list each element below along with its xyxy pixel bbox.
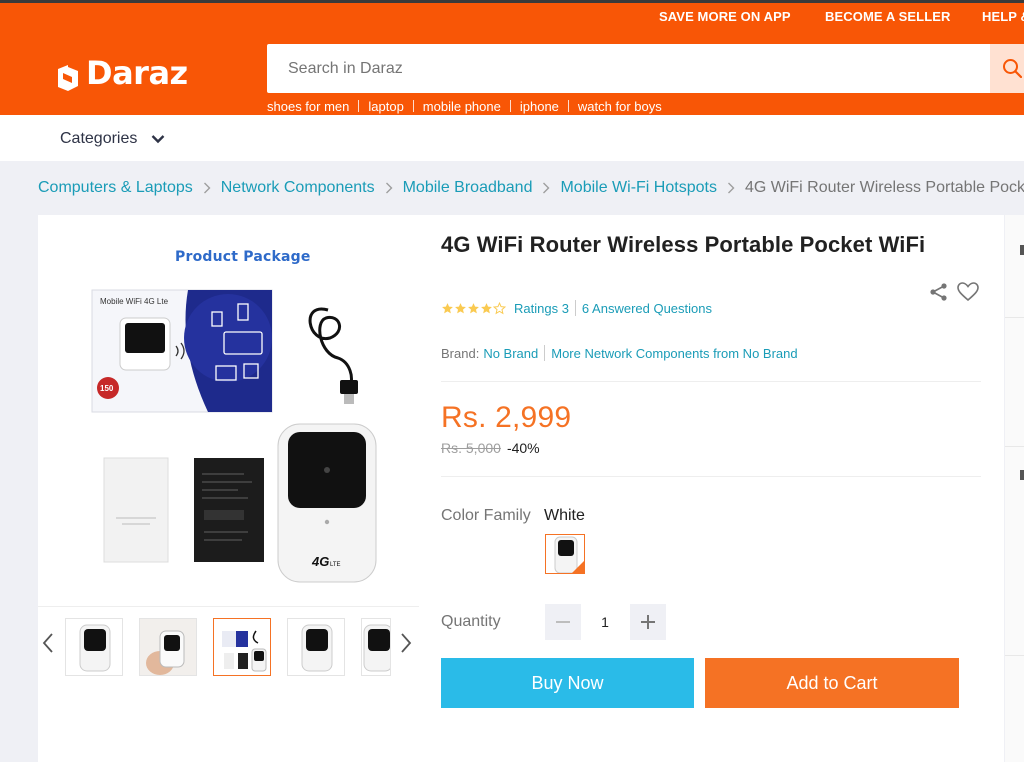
search-button[interactable] [990, 44, 1024, 93]
divider [574, 300, 576, 316]
save-more-on-app-link[interactable]: SAVE MORE ON APP [659, 9, 791, 24]
breadcrumb-current: 4G WiFi Router Wireless Portable Pocket … [744, 179, 1024, 196]
chevron-down-icon [152, 135, 165, 144]
chevron-right-icon [203, 182, 211, 194]
daraz-logo[interactable]: Daraz [56, 51, 188, 95]
divider [544, 345, 546, 361]
color-family-label: Color Family [441, 507, 531, 524]
star-icon [481, 302, 492, 313]
device-label-suffix: LTE [330, 562, 341, 568]
product-price: Rs. 2,999 [441, 401, 572, 434]
product-package-image: Mobile WiFi 4G Lte 150 4G LTE [91, 289, 377, 583]
keyword-divider [358, 100, 360, 112]
keyword-link[interactable]: iphone [520, 99, 559, 114]
site-header: SAVE MORE ON APP BECOME A SELLER HELP & … [0, 3, 1024, 115]
box-label: Mobile WiFi 4G Lte [100, 297, 169, 306]
location-icon [1020, 245, 1024, 255]
product-main-image[interactable]: Product Package Mobile WiFi 4G Lte 150 4… [38, 228, 420, 598]
more-from-brand-link[interactable]: More Network Components from No Brand [551, 346, 797, 361]
thumbnail[interactable] [65, 618, 123, 676]
keyword-divider [509, 100, 511, 112]
breadcrumb-link[interactable]: Network Components [221, 179, 375, 197]
categories-bar: Categories [0, 115, 1024, 161]
star-rating [441, 301, 506, 315]
brand-row: Brand: No Brand More Network Components … [441, 345, 798, 361]
discount-percent: -40% [506, 440, 540, 456]
thumbnail[interactable] [139, 618, 197, 676]
original-price-row: Rs. 5,000 -40% [441, 440, 540, 456]
share-icon[interactable] [929, 282, 949, 307]
divider [441, 476, 981, 477]
thumbnail[interactable] [213, 618, 271, 676]
color-family-value: White [544, 507, 585, 524]
quantity-input[interactable] [581, 604, 629, 640]
brand-label: Brand: [441, 345, 480, 361]
breadcrumb-link[interactable]: Mobile Broadband [403, 179, 533, 197]
chevron-left-icon[interactable] [42, 632, 54, 659]
keyword-link[interactable]: shoes for men [267, 99, 349, 114]
thumbnail[interactable] [361, 618, 391, 676]
quantity-decrease-button[interactable] [545, 604, 581, 640]
keyword-link[interactable]: laptop [368, 99, 403, 114]
device-label: 4G [311, 554, 329, 569]
divider [441, 381, 981, 382]
become-a-seller-link[interactable]: BECOME A SELLER [825, 9, 951, 24]
box-badge: 150 [100, 384, 114, 393]
divider [1005, 317, 1024, 318]
chevron-right-icon[interactable] [400, 632, 412, 659]
gallery-divider [38, 606, 419, 607]
search-input[interactable] [267, 44, 987, 93]
buy-now-button[interactable]: Buy Now [441, 658, 694, 708]
divider [1005, 446, 1024, 447]
categories-menu[interactable]: Categories [60, 130, 165, 148]
search-icon [1003, 59, 1022, 78]
divider [1005, 655, 1024, 656]
thumbnail-strip [38, 612, 418, 682]
chevron-right-icon [542, 182, 550, 194]
star-icon [442, 302, 453, 313]
product-title: 4G WiFi Router Wireless Portable Pocket … [441, 232, 926, 257]
keyword-divider [412, 100, 414, 112]
chevron-right-icon [727, 182, 735, 194]
color-swatch-white[interactable] [545, 534, 585, 574]
daraz-logo-icon [58, 55, 78, 91]
search-keywords: shoes for men laptop mobile phone iphone… [267, 98, 662, 114]
star-icon [455, 302, 466, 313]
keyword-link[interactable]: watch for boys [578, 99, 662, 114]
keyword-divider [567, 100, 569, 112]
top-links: SAVE MORE ON APP BECOME A SELLER HELP & [0, 9, 1024, 25]
ratings-link[interactable]: Ratings 3 [514, 301, 569, 316]
info-icon [1020, 470, 1024, 480]
thumbnail[interactable] [287, 618, 345, 676]
quantity-label: Quantity [441, 613, 501, 630]
add-to-cart-button[interactable]: Add to Cart [705, 658, 959, 708]
original-price: Rs. 5,000 [441, 440, 501, 456]
categories-label: Categories [60, 130, 138, 147]
chevron-right-icon [385, 182, 393, 194]
breadcrumb: Computers & Laptops Network Components M… [38, 178, 1024, 198]
logo-text: Daraz [86, 54, 188, 92]
star-icon [468, 302, 479, 313]
heart-icon[interactable] [957, 282, 979, 307]
answered-questions-link[interactable]: 6 Answered Questions [582, 301, 712, 316]
keyword-link[interactable]: mobile phone [423, 99, 501, 114]
help-link[interactable]: HELP & [982, 9, 1024, 24]
selected-check-icon [572, 561, 584, 573]
star-icon [493, 301, 506, 314]
quantity-increase-button[interactable] [630, 604, 666, 640]
delivery-panel [1005, 215, 1024, 762]
breadcrumb-link[interactable]: Computers & Laptops [38, 179, 193, 197]
rating-row: Ratings 3 6 Answered Questions [441, 300, 712, 316]
search-bar [267, 44, 1024, 93]
brand-link[interactable]: No Brand [483, 346, 538, 361]
breadcrumb-link[interactable]: Mobile Wi-Fi Hotspots [560, 179, 716, 197]
